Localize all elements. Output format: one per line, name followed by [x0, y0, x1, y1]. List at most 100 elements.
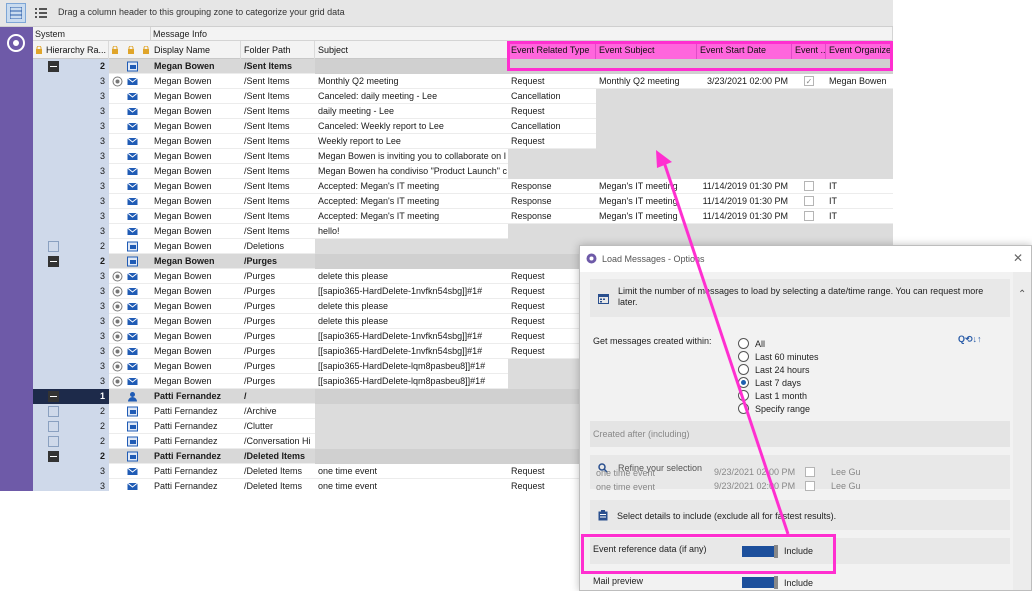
table-row[interactable]: 3 Megan Bowen/Sent Items Megan Bowen is in…: [33, 149, 893, 164]
folder-path-cell: /Sent Items: [244, 196, 290, 206]
header-display-name[interactable]: Display Name: [151, 41, 241, 59]
event-flag-cell: [792, 164, 826, 179]
table-row[interactable]: 3 Megan Bowen/Sent Items Canceled: Weekly …: [33, 119, 893, 134]
table-row[interactable]: 3 Megan Bowen/Sent Items Accepted: Megan's…: [33, 179, 893, 194]
event-checkbox[interactable]: ✓: [804, 76, 814, 86]
display-name-cell: Megan Bowen: [154, 226, 212, 236]
subject-cell: Accepted: Megan's IT meeting: [318, 196, 440, 206]
subject-cell: [[sapio365-HardDelete-1nvfkn54sbg]]#1#: [318, 346, 483, 356]
radio-last-7-days[interactable]: [738, 377, 749, 388]
band-system[interactable]: System: [33, 27, 151, 41]
filter-tools[interactable]: Q⟲↓↑: [958, 334, 982, 345]
mail-icon: [127, 482, 138, 490]
hierarchy-cell: 2: [33, 239, 109, 254]
display-name-cell: Megan Bowen: [154, 361, 212, 371]
mail-icon: [127, 317, 138, 325]
collapse-toggle-icon[interactable]: [48, 256, 59, 267]
event-related-type-cell: Cancellation: [511, 121, 561, 131]
dialog-scrollbar[interactable]: ⌃: [1013, 272, 1031, 590]
folder-mail-icon: [127, 256, 138, 267]
radio-last-60-minutes[interactable]: [738, 351, 749, 362]
subject-cell: delete this please: [318, 316, 389, 326]
collapse-toggle-icon[interactable]: [48, 451, 59, 462]
table-row[interactable]: 3 Megan Bowen/Sent Items Weekly report to …: [33, 134, 893, 149]
event-checkbox[interactable]: [804, 211, 814, 221]
radio-label[interactable]: All: [755, 339, 765, 349]
folder-mail-icon: [127, 451, 138, 462]
status-icon: [112, 331, 123, 342]
mail-icon: [127, 182, 138, 190]
close-button[interactable]: ✕: [1013, 251, 1023, 265]
header-folder-path[interactable]: Folder Path: [241, 41, 315, 59]
hierarchy-cell: 3: [33, 479, 109, 491]
subject-cell: Canceled: Weekly report to Lee: [318, 121, 444, 131]
table-row[interactable]: 3 Megan Bowen/Sent Items Accepted: Megan's…: [33, 209, 893, 224]
radio-label[interactable]: Last 24 hours: [755, 365, 810, 375]
column-band-row: System Message Info: [33, 27, 893, 41]
scroll-up-icon[interactable]: ⌃: [1018, 289, 1026, 300]
hierarchy-cell: 3: [33, 209, 109, 224]
folder-edit-icon: [48, 241, 59, 252]
user-icon: [128, 392, 137, 402]
subject-cell: Accepted: Megan's IT meeting: [318, 211, 440, 221]
event-flag-cell: [792, 224, 826, 239]
lock-icon: [112, 46, 118, 54]
subject-cell: [[sapio365-HardDelete-1nvfkn54sbg]]#1#: [318, 286, 483, 296]
folder-path-cell: /Deleted Items: [244, 451, 306, 461]
mail-icon: [127, 167, 138, 175]
radio-specify-range[interactable]: [738, 403, 749, 414]
radio-all[interactable]: [738, 338, 749, 349]
collapse-toggle-icon[interactable]: [48, 61, 59, 72]
table-row[interactable]: 3 Megan Bowen/Sent Items Monthly Q2 meetin…: [33, 74, 893, 89]
refine-panel: Refine your selection one time event 9/2…: [590, 455, 1010, 492]
table-row[interactable]: 3 Megan Bowen/Sent Items Megan Bowen ha co…: [33, 164, 893, 179]
folder-path-cell: /Purges: [244, 301, 276, 311]
header-subject[interactable]: Subject: [315, 41, 508, 59]
grouping-zone-hint[interactable]: Drag a column header to this grouping zo…: [58, 7, 345, 17]
radio-label[interactable]: Last 1 month: [755, 391, 807, 401]
ghost-date-2: 9/23/2021 02:00 PM: [714, 481, 796, 491]
event-flag-cell: [792, 194, 826, 209]
folder-path-cell: /Sent Items: [244, 106, 290, 116]
event-related-type-cell: Request: [511, 106, 545, 116]
table-row[interactable]: 3 Megan Bowen/Sent Items daily meeting - L…: [33, 104, 893, 119]
mail-preview-toggle[interactable]: [742, 576, 778, 589]
header-hierarchy[interactable]: Hierarchy Ra...: [43, 41, 109, 59]
event-subject-cell: Megan's IT meeting: [599, 211, 678, 221]
radio-label[interactable]: Last 60 minutes: [755, 352, 819, 362]
event-related-type-cell: Response: [511, 211, 552, 221]
band-message-info[interactable]: Message Info: [151, 27, 893, 41]
event-subject-cell: [596, 104, 697, 119]
table-row[interactable]: 3 Megan Bowen/Sent Items Canceled: daily m…: [33, 89, 893, 104]
table-row[interactable]: 3 Megan Bowen/Sent Items hello!: [33, 224, 893, 239]
radio-label[interactable]: Last 7 days: [755, 378, 801, 388]
event-subject-cell: [596, 149, 697, 164]
event-organizer-cell: [826, 224, 893, 239]
settings-gear-icon[interactable]: [6, 33, 26, 53]
radio-label[interactable]: Specify range: [755, 404, 810, 414]
display-name-cell: Megan Bowen: [154, 196, 212, 206]
grid-view-button[interactable]: [6, 3, 26, 23]
subject-cell: one time event: [318, 466, 378, 476]
event-organizer-cell: [826, 149, 893, 164]
radio-last-24-hours[interactable]: [738, 364, 749, 375]
event-checkbox[interactable]: [804, 196, 814, 206]
mail-icon: [127, 122, 138, 130]
display-name-cell: Megan Bowen: [154, 181, 212, 191]
event-checkbox[interactable]: [804, 181, 814, 191]
radio-last-1-month[interactable]: [738, 390, 749, 401]
table-row[interactable]: 3 Megan Bowen/Sent Items Accepted: Megan's…: [33, 194, 893, 209]
display-name-cell: Patti Fernandez: [154, 481, 218, 491]
select-details-panel: Select details to include (exclude all f…: [590, 500, 1010, 530]
event-related-type-cell: [508, 224, 596, 239]
hierarchy-cell: 3: [33, 179, 109, 194]
folder-path-cell: /Purges: [244, 256, 278, 266]
hierarchy-cell: 3: [33, 299, 109, 314]
collapse-toggle-icon[interactable]: [48, 391, 59, 402]
folder-mail-icon: [127, 61, 138, 72]
folder-path-cell: /Purges: [244, 331, 276, 341]
list-view-button[interactable]: [31, 3, 51, 23]
subject-cell: Canceled: daily meeting - Lee: [318, 91, 438, 101]
created-after-label: Created after (including): [593, 429, 690, 439]
event-flag-cell: [792, 119, 826, 134]
